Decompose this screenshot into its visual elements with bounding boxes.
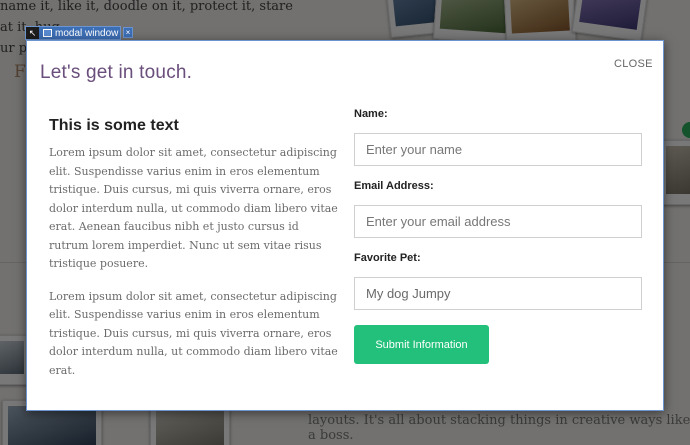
modal-window: Let's get in touch. CLOSE This is some t… — [26, 40, 664, 411]
body-paragraph: Lorem ipsum dolor sit amet, consectetur … — [49, 146, 338, 270]
inspector-label: modal window — [55, 27, 119, 39]
inspector-close-icon[interactable]: × — [123, 27, 133, 38]
body-paragraph: Lorem ipsum dolor sit amet, consectetur … — [49, 289, 338, 377]
window-icon — [43, 29, 52, 37]
background-photo — [660, 140, 690, 205]
contact-form: Name: Email Address: Favorite Pet: Submi… — [354, 107, 642, 364]
background-photo — [433, 0, 515, 45]
email-label: Email Address: — [354, 180, 434, 192]
background-photo — [503, 0, 577, 45]
element-inspector-tag: ↖ modal window — [25, 26, 122, 40]
email-input[interactable] — [354, 205, 642, 238]
modal-title: Let's get in touch. — [40, 62, 193, 83]
submit-button[interactable]: Submit Information — [354, 325, 489, 364]
cursor-icon: ↖ — [26, 27, 39, 39]
background-bottom-text: layouts. It's all about stacking things … — [308, 413, 690, 443]
favorite-pet-input[interactable] — [354, 277, 642, 310]
background-photo — [571, 0, 649, 42]
name-label: Name: — [354, 108, 388, 120]
background-heading-fragment: F — [14, 62, 26, 82]
name-input[interactable] — [354, 133, 642, 166]
section-heading: This is some text — [49, 117, 179, 134]
modal-text-column: This is some text Lorem ipsum dolor sit … — [49, 117, 339, 394]
background-badge — [682, 122, 690, 138]
pet-label: Favorite Pet: — [354, 252, 421, 264]
close-button[interactable]: CLOSE — [614, 58, 653, 70]
